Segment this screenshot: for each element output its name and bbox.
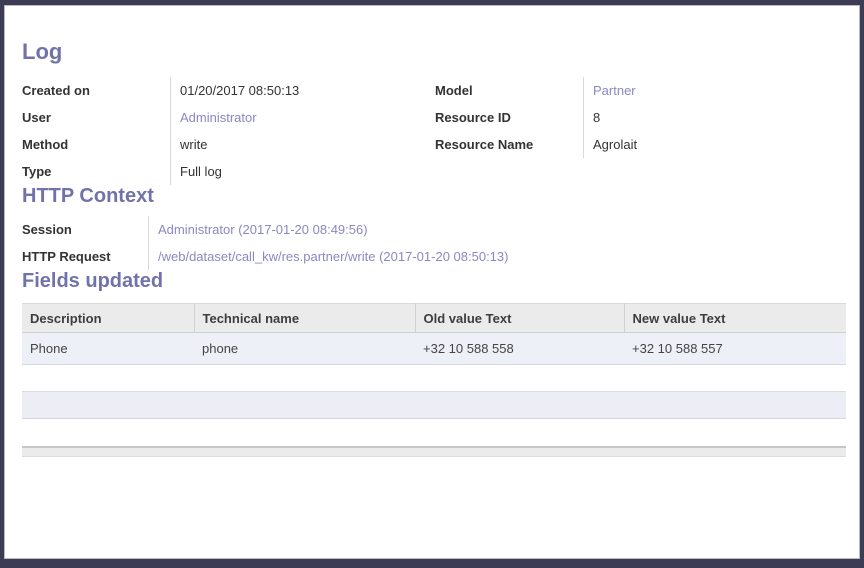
value-http-request: /web/dataset/call_kw/res.partner/write (… (148, 243, 846, 270)
cell-new-value: +32 10 588 557 (624, 333, 846, 365)
table-row[interactable]: Phone phone +32 10 588 558 +32 10 588 55… (22, 333, 846, 365)
label-session: Session (22, 216, 148, 243)
value-resource-id: 8 (583, 104, 846, 131)
col-header-description: Description (22, 304, 194, 333)
value-method: write (170, 131, 435, 158)
col-header-new-value: New value Text (624, 304, 846, 333)
label-created-on: Created on (22, 77, 170, 104)
model-link[interactable]: Partner (593, 83, 636, 98)
cell-old-value: +32 10 588 558 (415, 333, 624, 365)
label-resource-name: Resource Name (435, 131, 583, 158)
log-window: Log Created on 01/20/2017 08:50:13 User … (4, 5, 860, 559)
value-session: Administrator (2017-01-20 08:49:56) (148, 216, 846, 243)
cell-technical-name: phone (194, 333, 415, 365)
http-context-form: Session Administrator (2017-01-20 08:49:… (22, 216, 846, 270)
fields-updated-title: Fields updated (22, 270, 846, 293)
label-user: User (22, 104, 170, 131)
col-header-old-value: Old value Text (415, 304, 624, 333)
label-resource-id: Resource ID (435, 104, 583, 131)
log-form: Created on 01/20/2017 08:50:13 User Admi… (22, 77, 846, 185)
value-created-on: 01/20/2017 08:50:13 (170, 77, 435, 104)
user-link[interactable]: Administrator (180, 110, 257, 125)
empty-list-row (22, 391, 846, 419)
label-method: Method (22, 131, 170, 158)
page-title: Log (22, 39, 846, 64)
http-context-title: HTTP Context (22, 185, 846, 208)
fields-updated-table: Description Technical name Old value Tex… (22, 303, 846, 365)
value-type: Full log (170, 158, 435, 185)
label-type: Type (22, 158, 170, 185)
session-link[interactable]: Administrator (2017-01-20 08:49:56) (158, 222, 368, 237)
label-model: Model (435, 77, 583, 104)
label-http-request: HTTP Request (22, 243, 148, 270)
value-resource-name: Agrolait (583, 131, 846, 158)
cell-description: Phone (22, 333, 194, 365)
http-request-link[interactable]: /web/dataset/call_kw/res.partner/write (… (158, 249, 508, 264)
empty-list-header-strip (22, 446, 846, 457)
col-header-technical-name: Technical name (194, 304, 415, 333)
value-model: Partner (583, 77, 846, 104)
table-header-row: Description Technical name Old value Tex… (22, 304, 846, 333)
value-user: Administrator (170, 104, 435, 131)
page-background: { "colors": { "page_background": "#3c3c5… (0, 0, 864, 568)
